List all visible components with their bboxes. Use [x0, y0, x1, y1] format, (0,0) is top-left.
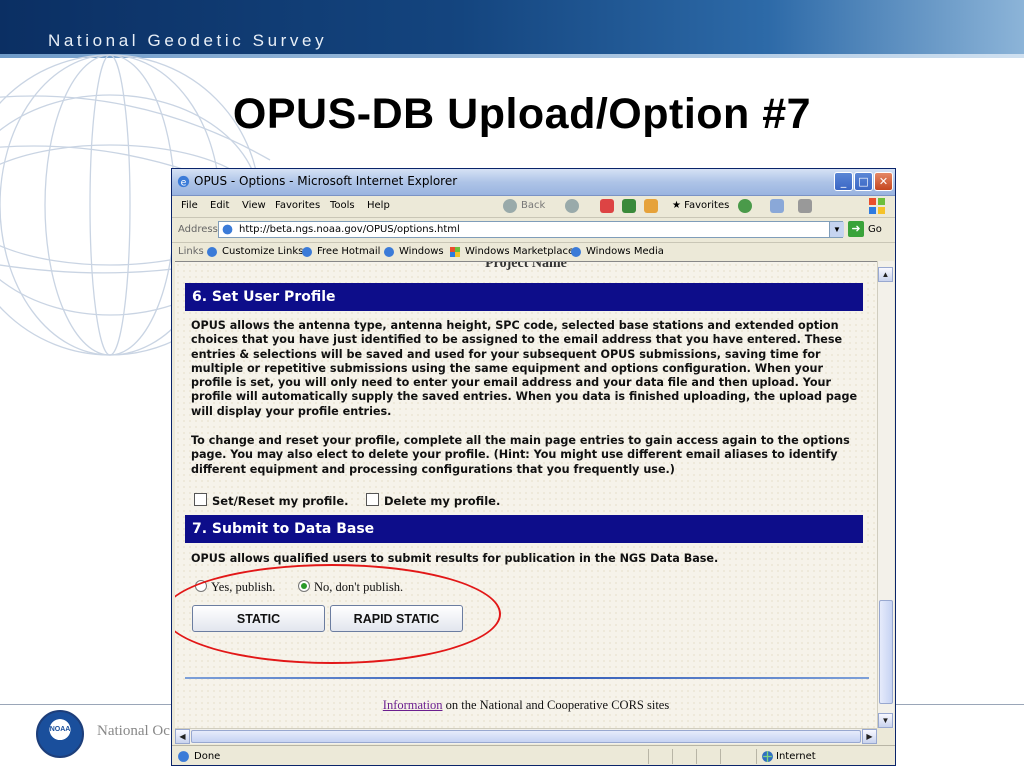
back-arrow-icon[interactable]	[503, 199, 517, 213]
address-dropdown-arrow[interactable]: ▼	[829, 222, 844, 237]
link-customize[interactable]: Customize Links	[222, 246, 303, 257]
page-content: Project Name 6. Set User Profile OPUS al…	[175, 261, 877, 729]
link-windows[interactable]: Windows	[399, 246, 444, 257]
address-label: Address	[178, 224, 218, 235]
svg-text:e: e	[181, 177, 187, 188]
address-url: http://beta.ngs.noaa.gov/OPUS/options.ht…	[239, 224, 460, 235]
ie-page-icon	[571, 247, 581, 257]
go-arrow-icon[interactable]: ➜	[848, 221, 864, 237]
vertical-scrollbar[interactable]: ▲ ▼	[877, 261, 894, 728]
menu-help[interactable]: Help	[367, 200, 390, 211]
ie-page-icon	[207, 247, 217, 257]
print-icon[interactable]	[798, 199, 812, 213]
forward-arrow-icon[interactable]	[565, 199, 579, 213]
link-marketplace[interactable]: Windows Marketplace	[465, 246, 574, 257]
status-separator	[720, 749, 721, 764]
noaa-logo: NOAA	[36, 710, 84, 758]
favorites-label: Favorites	[684, 200, 730, 211]
window-title: OPUS - Options - Microsoft Internet Expl…	[194, 174, 458, 188]
page-icon	[222, 224, 233, 235]
links-label: Links	[178, 246, 204, 257]
scroll-down-icon[interactable]: ▼	[878, 713, 893, 728]
vertical-scroll-thumb[interactable]	[879, 600, 893, 704]
favorites-button[interactable]: ★ Favorites	[672, 200, 729, 211]
link-windows-media[interactable]: Windows Media	[586, 246, 664, 257]
status-bar: Done Internet	[172, 745, 895, 765]
scroll-up-icon[interactable]: ▲	[878, 267, 893, 282]
horizontal-scrollbar[interactable]: ◀ ▶	[175, 728, 877, 744]
menu-edit[interactable]: Edit	[210, 200, 229, 211]
delete-profile-checkbox[interactable]	[366, 493, 379, 506]
scroll-right-icon[interactable]: ▶	[862, 729, 877, 744]
ie-page-icon	[302, 247, 312, 257]
menu-favorites[interactable]: Favorites	[275, 200, 320, 211]
info-line: Information on the National and Cooperat…	[175, 698, 877, 713]
slide-title: OPUS-DB Upload/Option #7	[232, 90, 812, 138]
info-text: on the National and Cooperative CORS sit…	[442, 698, 670, 712]
profile-hint: To change and reset your profile, comple…	[191, 434, 850, 476]
status-separator	[756, 749, 757, 764]
links-bar: Links Customize Links Free Hotmail Windo…	[172, 243, 895, 261]
section-submit-database: 7. Submit to Data Base	[185, 515, 863, 543]
horizontal-scroll-thumb[interactable]	[191, 730, 861, 743]
ie-page-icon	[384, 247, 394, 257]
footer-text: National Oc	[97, 723, 170, 739]
address-input[interactable]: http://beta.ngs.noaa.gov/OPUS/options.ht…	[218, 221, 843, 238]
security-zone: Internet	[776, 751, 816, 762]
menu-file[interactable]: File	[181, 200, 198, 211]
reset-profile-option[interactable]: Set/Reset my profile.	[194, 493, 349, 508]
windows-flag-icon	[450, 247, 460, 257]
page-done-icon	[178, 751, 189, 762]
submit-description: OPUS allows qualified users to submit re…	[191, 552, 719, 565]
project-name-heading: Project Name	[485, 261, 567, 271]
highlight-ellipse	[175, 564, 501, 664]
delete-profile-label: Delete my profile.	[384, 494, 501, 508]
mail-icon[interactable]	[770, 199, 784, 213]
window-titlebar[interactable]: e OPUS - Options - Microsoft Internet Ex…	[172, 169, 895, 196]
status-separator	[648, 749, 649, 764]
delete-profile-option[interactable]: Delete my profile.	[366, 493, 500, 508]
content-divider	[185, 677, 869, 679]
minimize-button[interactable]: _	[834, 172, 853, 191]
status-separator	[696, 749, 697, 764]
refresh-icon[interactable]	[622, 199, 636, 213]
menu-tools[interactable]: Tools	[330, 200, 355, 211]
maximize-button[interactable]: □	[854, 172, 873, 191]
address-bar: Address http://beta.ngs.noaa.gov/OPUS/op…	[172, 218, 895, 243]
close-button[interactable]: ✕	[874, 172, 893, 191]
menu-view[interactable]: View	[242, 200, 266, 211]
information-link[interactable]: Information	[383, 698, 443, 712]
windows-logo-icon	[869, 198, 885, 214]
reset-profile-label: Set/Reset my profile.	[212, 494, 349, 508]
stop-icon[interactable]	[600, 199, 614, 213]
go-button[interactable]: Go	[868, 224, 882, 235]
internet-globe-icon	[762, 751, 773, 762]
profile-description: OPUS allows the antenna type, antenna he…	[191, 319, 858, 418]
status-text: Done	[194, 751, 221, 762]
link-hotmail[interactable]: Free Hotmail	[317, 246, 380, 257]
ie-icon: e	[177, 175, 190, 188]
status-separator	[672, 749, 673, 764]
back-button-label[interactable]: Back	[521, 200, 545, 211]
reset-profile-checkbox[interactable]	[194, 493, 207, 506]
menu-bar: File Edit View Favorites Tools Help Back…	[172, 195, 895, 218]
browser-window: e OPUS - Options - Microsoft Internet Ex…	[171, 168, 896, 766]
scroll-left-icon[interactable]: ◀	[175, 729, 190, 744]
section-set-user-profile: 6. Set User Profile	[185, 283, 863, 311]
history-icon[interactable]	[738, 199, 752, 213]
noaa-logo-text: NOAA	[49, 726, 71, 733]
home-icon[interactable]	[644, 199, 658, 213]
